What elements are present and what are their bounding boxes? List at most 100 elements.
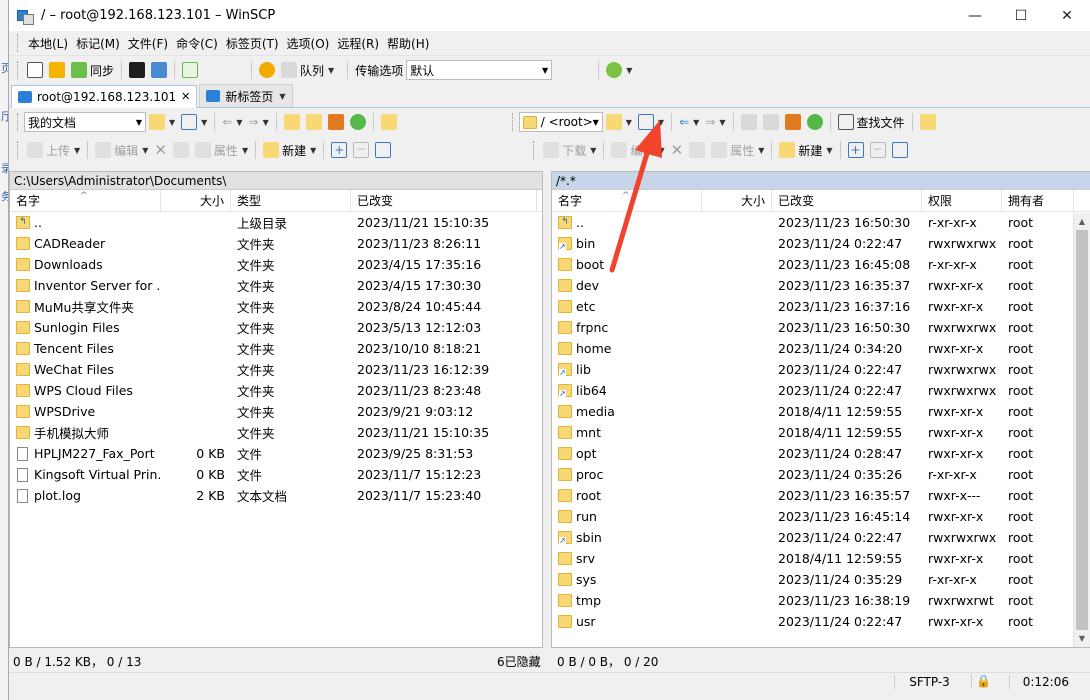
local-rename-button[interactable]: [170, 139, 192, 161]
remote-properties-button[interactable]: 属性 ▼: [708, 139, 767, 161]
transfer-preset-select[interactable]: 默认 ▼: [406, 60, 553, 80]
compare-directories-button[interactable]: [24, 59, 46, 81]
local-back-button[interactable]: ⇐ ▼: [219, 111, 245, 133]
local-hidden-count[interactable]: 6已隐藏: [497, 653, 541, 670]
table-row[interactable]: WPSDrive 文件夹 2023/9/21 9:03:12: [10, 401, 542, 422]
remote-home-button[interactable]: [782, 111, 804, 133]
remote-parent-dir-button[interactable]: [738, 111, 760, 133]
table-row[interactable]: MuMu共享文件夹 文件夹 2023/8/24 10:45:44: [10, 296, 542, 317]
remote-edit-button[interactable]: 编辑 ▼: [608, 139, 667, 161]
local-new-button[interactable]: 新建 ▼: [260, 139, 319, 161]
menu-commands[interactable]: 命令(C): [172, 35, 222, 52]
table-row[interactable]: ↰.. 2023/11/23 16:50:30 r-xr-xr-x root: [552, 212, 1090, 233]
table-row[interactable]: Inventor Server for ... 文件夹 2023/4/15 17:3…: [10, 275, 542, 296]
local-root-dir-button[interactable]: [303, 111, 325, 133]
table-row[interactable]: usr 2023/11/24 0:22:47 rwxr-xr-x root: [552, 611, 1090, 632]
table-row[interactable]: Kingsoft Virtual Prin... 0 KB 文件 2023/11/7 …: [10, 464, 542, 485]
local-col-type[interactable]: 类型: [231, 190, 351, 211]
local-location-select[interactable]: 我的文档 ▼: [24, 112, 146, 132]
table-row[interactable]: Downloads 文件夹 2023/4/15 17:35:16: [10, 254, 542, 275]
toolbar-grip[interactable]: [17, 113, 20, 131]
local-refresh-button[interactable]: [347, 111, 369, 133]
local-open-folder-button[interactable]: ▼: [146, 111, 178, 133]
local-filter-select-button[interactable]: [372, 139, 394, 161]
table-row[interactable]: run 2023/11/23 16:45:14 rwxr-xr-x root: [552, 506, 1090, 527]
upload-button[interactable]: 上传 ▼: [24, 139, 83, 161]
menu-help[interactable]: 帮助(H): [383, 35, 433, 52]
local-path-bar[interactable]: C:\Users\Administrator\Documents\: [10, 172, 542, 190]
local-delete-button[interactable]: ✕: [151, 139, 170, 161]
find-files-button[interactable]: 查找文件: [835, 111, 908, 133]
remote-location-select[interactable]: / <root> ▼: [518, 112, 603, 132]
table-row[interactable]: lib 2023/11/24 0:22:47 rwxrwxrwx root: [552, 359, 1090, 380]
remote-refresh-button[interactable]: [804, 111, 826, 133]
table-row[interactable]: frpnc 2023/11/23 16:50:30 rwxrwxrwx root: [552, 317, 1090, 338]
remote-col-size[interactable]: 大小: [702, 190, 772, 211]
local-unselect-button[interactable]: −: [350, 139, 372, 161]
remote-unselect-button[interactable]: −: [867, 139, 889, 161]
remote-open-folder-button[interactable]: ▼: [603, 111, 635, 133]
table-row[interactable]: plot.log 2 KB 文本文档 2023/11/7 15:23:40: [10, 485, 542, 506]
table-row[interactable]: WeChat Files 文件夹 2023/11/23 16:12:39: [10, 359, 542, 380]
table-row[interactable]: lib64 2023/11/24 0:22:47 rwxrwxrwx root: [552, 380, 1090, 401]
menu-files[interactable]: 文件(F): [124, 35, 172, 52]
table-row[interactable]: opt 2023/11/24 0:28:47 rwxr-xr-x root: [552, 443, 1090, 464]
remote-rename-button[interactable]: [686, 139, 708, 161]
open-terminal-button[interactable]: [126, 59, 148, 81]
table-row[interactable]: media 2018/4/11 12:59:55 rwxr-xr-x root: [552, 401, 1090, 422]
local-forward-button[interactable]: ⇒ ▼: [246, 111, 272, 133]
maximize-button[interactable]: ☐: [998, 0, 1044, 31]
minimize-button[interactable]: —: [952, 0, 998, 31]
scroll-up-icon[interactable]: ▲: [1074, 213, 1090, 230]
remote-col-owner[interactable]: 拥有者: [1002, 190, 1074, 211]
remote-col-rights[interactable]: 权限: [922, 190, 1002, 211]
tab-session[interactable]: root@192.168.123.101 ✕: [11, 85, 198, 108]
download-button[interactable]: 下载 ▼: [540, 139, 599, 161]
table-row[interactable]: home 2023/11/24 0:34:20 rwxr-xr-x root: [552, 338, 1090, 359]
remote-select-button[interactable]: +: [845, 139, 867, 161]
table-row[interactable]: proc 2023/11/24 0:35:26 r-xr-xr-x root: [552, 464, 1090, 485]
remote-new-button[interactable]: 新建 ▼: [776, 139, 835, 161]
queue-button[interactable]: 队列 ▼: [278, 59, 337, 81]
table-row[interactable]: root 2023/11/23 16:35:57 rwxr-x--- root: [552, 485, 1090, 506]
local-col-modified[interactable]: 已改变: [351, 190, 537, 211]
local-col-size[interactable]: 大小: [161, 190, 231, 211]
close-button[interactable]: ✕: [1044, 0, 1090, 31]
table-row[interactable]: srv 2018/4/11 12:59:55 rwxr-xr-x root: [552, 548, 1090, 569]
menu-mark[interactable]: 标记(M): [72, 35, 124, 52]
remote-root-dir-button[interactable]: [760, 111, 782, 133]
table-row[interactable]: etc 2023/11/23 16:37:16 rwxr-xr-x root: [552, 296, 1090, 317]
table-row[interactable]: mnt 2018/4/11 12:59:55 rwxr-xr-x root: [552, 422, 1090, 443]
close-icon[interactable]: ✕: [181, 90, 190, 103]
remote-filter-select-button[interactable]: [889, 139, 911, 161]
menu-remote[interactable]: 远程(R): [333, 35, 383, 52]
scroll-down-icon[interactable]: ▼: [1074, 630, 1090, 647]
table-row[interactable]: Sunlogin Files 文件夹 2023/5/13 12:12:03: [10, 317, 542, 338]
local-parent-dir-button[interactable]: [281, 111, 303, 133]
remote-delete-button[interactable]: ✕: [668, 139, 687, 161]
table-row[interactable]: sys 2023/11/24 0:35:29 r-xr-xr-x root: [552, 569, 1090, 590]
toolbar-grip[interactable]: [17, 34, 20, 52]
switch-session-button[interactable]: ▼: [603, 59, 635, 81]
remote-tree-button[interactable]: [917, 111, 939, 133]
local-filter-button[interactable]: ▼: [178, 111, 210, 133]
remote-forward-button[interactable]: ⇒ ▼: [702, 111, 728, 133]
refresh-session-button[interactable]: [179, 59, 201, 81]
synchronize-button[interactable]: 同步: [68, 59, 117, 81]
local-home-button[interactable]: [325, 111, 347, 133]
table-row[interactable]: bin 2023/11/24 0:22:47 rwxrwxrwx root: [552, 233, 1090, 254]
menu-options[interactable]: 选项(O): [283, 35, 334, 52]
menu-tabs[interactable]: 标签页(T): [222, 35, 283, 52]
putty-button[interactable]: [148, 59, 170, 81]
remote-back-button[interactable]: ⇐ ▼: [676, 111, 702, 133]
local-properties-button[interactable]: 属性 ▼: [192, 139, 251, 161]
table-row[interactable]: Tencent Files 文件夹 2023/10/10 8:18:21: [10, 338, 542, 359]
scrollbar-thumb[interactable]: [1076, 230, 1088, 630]
table-row[interactable]: CADReader 文件夹 2023/11/23 8:26:11: [10, 233, 542, 254]
lock-icon[interactable]: 🔒: [971, 674, 995, 688]
local-col-name[interactable]: 名字 ^: [10, 190, 161, 211]
panel-splitter[interactable]: [543, 171, 551, 648]
remote-col-name[interactable]: 名字 ^: [552, 190, 702, 211]
tab-new[interactable]: 新标签页 ▼: [199, 84, 293, 107]
synchronize-browsing-button[interactable]: [46, 59, 68, 81]
